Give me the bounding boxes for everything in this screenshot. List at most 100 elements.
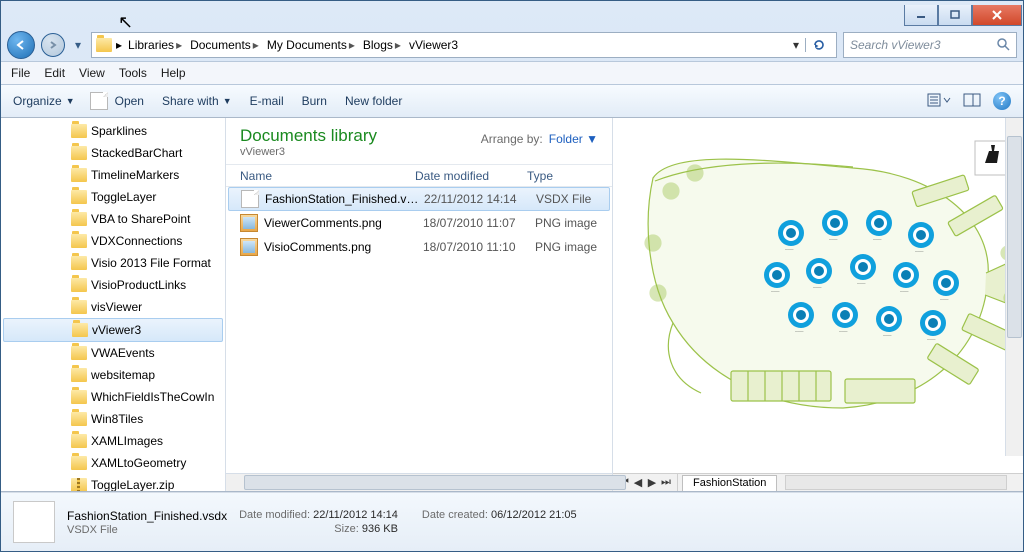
tree-item-label: Sparklines <box>91 124 147 138</box>
column-modified[interactable]: Date modified <box>415 169 527 183</box>
tree-item[interactable]: vViewer3 <box>3 318 223 342</box>
navigation-tree[interactable]: Sparklines StackedBarChartTimelineMarkers… <box>1 118 226 491</box>
folder-icon <box>72 323 88 337</box>
page-prev-button[interactable]: ◀ <box>631 476 645 489</box>
folder-icon <box>71 346 87 360</box>
folder-icon <box>71 190 87 204</box>
horizontal-scrollbar[interactable] <box>226 473 612 491</box>
menu-edit[interactable]: Edit <box>44 66 65 80</box>
tree-item[interactable]: StackedBarChart <box>1 142 225 164</box>
tree-item-label: visViewer <box>91 300 142 314</box>
preview-canvas[interactable]: ──────────── ─────────────── ───────────… <box>613 118 1023 473</box>
details-thumbnail <box>13 501 55 543</box>
email-button[interactable]: E-mail <box>250 94 284 108</box>
tree-item-label: websitemap <box>91 368 155 382</box>
organize-button[interactable]: Organize▼ <box>13 94 75 108</box>
details-filetype: VSDX File <box>67 524 227 536</box>
details-pane: FashionStation_Finished.vsdx VSDX File D… <box>1 492 1023 551</box>
file-date: 18/07/2010 11:07 <box>423 216 535 230</box>
tree-item[interactable]: XAMLImages <box>1 430 225 452</box>
tree-item[interactable]: VisioProductLinks <box>1 274 225 296</box>
document-icon <box>93 92 111 110</box>
tree-item[interactable]: TimelineMarkers <box>1 164 225 186</box>
burn-button[interactable]: Burn <box>302 94 327 108</box>
breadcrumb[interactable]: My Documents▸ <box>265 38 357 52</box>
tree-item[interactable]: VDXConnections <box>1 230 225 252</box>
column-headers[interactable]: Name Date modified Type <box>226 165 612 187</box>
maximize-button[interactable] <box>938 5 972 26</box>
breadcrumb[interactable]: Blogs▸ <box>361 38 403 52</box>
file-type: VSDX File <box>536 192 591 206</box>
search-input[interactable]: Search vViewer3 <box>843 32 1017 58</box>
tree-item[interactable]: websitemap <box>1 364 225 386</box>
svg-text:───: ─── <box>828 237 838 242</box>
tree-item[interactable]: VBA to SharePoint <box>1 208 225 230</box>
tree-item[interactable]: visViewer <box>1 296 225 318</box>
breadcrumb[interactable]: Documents▸ <box>188 38 261 52</box>
tree-item[interactable]: WhichFieldIsTheCowIn <box>1 386 225 408</box>
tree-item[interactable]: ToggleLayer <box>1 186 225 208</box>
address-bar[interactable]: ▸ Libraries▸ Documents▸ My Documents▸ Bl… <box>91 32 837 58</box>
tree-item-label: WhichFieldIsTheCowIn <box>91 390 214 404</box>
newfolder-button[interactable]: New folder <box>345 94 402 108</box>
tree-item-label: XAMLtoGeometry <box>91 456 186 470</box>
tree-item[interactable]: XAMLtoGeometry <box>1 452 225 474</box>
column-name[interactable]: Name <box>240 169 415 183</box>
menu-tools[interactable]: Tools <box>119 66 147 80</box>
preview-tab[interactable]: FashionStation <box>682 475 777 491</box>
address-dropdown[interactable]: ▾ <box>793 38 799 52</box>
file-row[interactable]: FashionStation_Finished.vsdx22/11/2012 1… <box>228 187 610 211</box>
arrange-label: Arrange by: <box>481 132 543 146</box>
file-row[interactable]: VisioComments.png18/07/2010 11:10PNG ima… <box>226 235 612 259</box>
svg-text:───: ─── <box>939 297 949 302</box>
tree-item[interactable]: VWAEvents <box>1 342 225 364</box>
file-row[interactable]: ViewerComments.png18/07/2010 11:07PNG im… <box>226 211 612 235</box>
preview-vertical-scrollbar[interactable] <box>1005 118 1023 456</box>
file-name: ViewerComments.png <box>264 216 423 230</box>
folder-icon <box>71 456 87 470</box>
preview-horizontal-scrollbar[interactable] <box>785 475 1007 490</box>
breadcrumb[interactable]: vViewer3 <box>407 38 460 52</box>
menu-view[interactable]: View <box>79 66 105 80</box>
tree-item[interactable]: Visio 2013 File Format <box>1 252 225 274</box>
image-icon <box>240 238 258 256</box>
preview-pane-button[interactable] <box>963 93 981 110</box>
tree-item-label: Win8Tiles <box>91 412 143 426</box>
menu-help[interactable]: Help <box>161 66 186 80</box>
file-list-pane: Documents library vViewer3 Arrange by: F… <box>226 118 612 491</box>
zip-icon <box>71 478 87 491</box>
folder-icon <box>71 412 87 426</box>
tree-item[interactable]: ToggleLayer.zip <box>1 474 225 491</box>
tree-item[interactable]: Sparklines <box>1 120 225 142</box>
arrange-dropdown[interactable]: Folder ▼ <box>549 132 598 146</box>
help-button[interactable]: ? <box>993 92 1011 110</box>
refresh-button[interactable] <box>805 38 832 52</box>
document-icon <box>241 190 259 208</box>
menu-file[interactable]: File <box>11 66 30 80</box>
tree-item-label: VDXConnections <box>91 234 182 248</box>
preview-pane: ──────────── ─────────────── ───────────… <box>612 118 1023 491</box>
folder-icon <box>71 124 87 138</box>
page-next-button[interactable]: ▶ <box>645 476 659 489</box>
file-rows: FashionStation_Finished.vsdx22/11/2012 1… <box>226 187 612 473</box>
view-options-button[interactable] <box>927 92 951 111</box>
file-type: PNG image <box>535 240 597 254</box>
share-button[interactable]: Share with▼ <box>162 94 232 108</box>
breadcrumb[interactable]: Libraries▸ <box>126 38 184 52</box>
recent-dropdown[interactable]: ▾ <box>71 34 85 56</box>
search-placeholder: Search vViewer3 <box>850 38 941 52</box>
forward-button[interactable] <box>41 33 65 57</box>
page-last-button[interactable]: ⏭ <box>659 476 673 489</box>
column-type[interactable]: Type <box>527 169 598 183</box>
back-button[interactable] <box>7 31 35 59</box>
minimize-button[interactable] <box>904 5 938 26</box>
library-subtitle: vViewer3 <box>240 146 377 158</box>
tree-item[interactable]: Win8Tiles <box>1 408 225 430</box>
image-icon <box>240 214 258 232</box>
close-button[interactable] <box>972 5 1022 26</box>
tree-item-label: VisioProductLinks <box>91 278 186 292</box>
open-button[interactable]: Open <box>93 92 144 110</box>
file-name: VisioComments.png <box>264 240 423 254</box>
file-date: 18/07/2010 11:10 <box>423 240 535 254</box>
folder-icon <box>71 146 87 160</box>
